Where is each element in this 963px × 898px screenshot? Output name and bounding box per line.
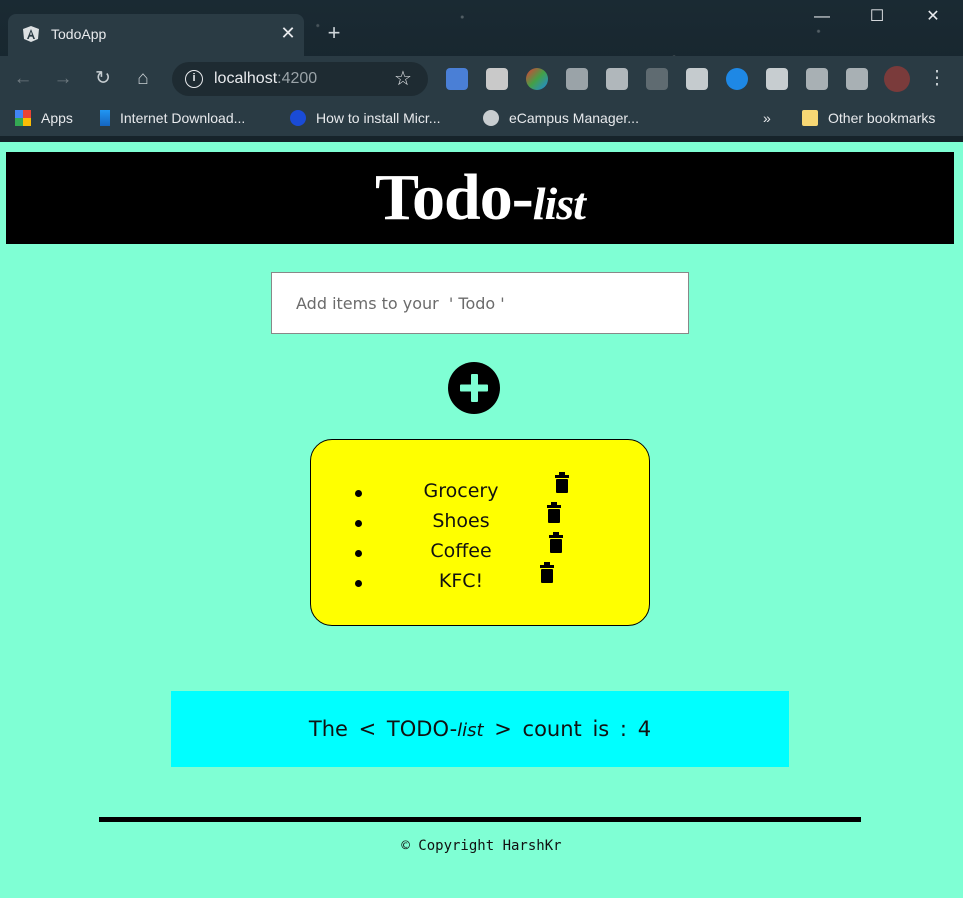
browser-chrome: TodoApp ✕ + — ☐ ✕ ← → ↻ ⌂ i localhost:42…: [0, 0, 963, 142]
bookmark-ecampus[interactable]: eCampus Manager...: [483, 110, 639, 126]
extensions-puzzle-icon[interactable]: [806, 68, 828, 90]
list-item: KFC!: [311, 562, 651, 598]
address-bar[interactable]: i localhost:4200 ☆: [172, 62, 428, 96]
bookmark-apps[interactable]: Apps: [15, 110, 73, 126]
cube-extension-icon[interactable]: [486, 68, 508, 90]
bullet: [355, 520, 362, 527]
trash-icon[interactable]: [546, 502, 562, 524]
todo-list: Grocery Shoes Coffee KFC!: [310, 439, 650, 626]
shield-extension-icon[interactable]: [566, 68, 588, 90]
bookmarks-overflow-button[interactable]: »: [763, 110, 771, 126]
page-header: Todo-list: [6, 152, 954, 244]
browser-tab[interactable]: TodoApp ✕: [8, 14, 304, 56]
browser-menu-icon[interactable]: ⋮: [924, 66, 950, 92]
download-manager-icon: [100, 110, 110, 126]
back-button[interactable]: ←: [10, 66, 36, 92]
browser-toolbar: ← → ↻ ⌂ i localhost:4200 ☆ ⋮: [0, 56, 963, 102]
trash-icon[interactable]: [554, 472, 570, 494]
profile-avatar[interactable]: [884, 66, 910, 92]
footer-copyright: © Copyright HarshKr: [401, 838, 562, 854]
list-item: Grocery: [311, 472, 651, 508]
bullet: [355, 550, 362, 557]
forward-button[interactable]: →: [50, 66, 76, 92]
todo-count-banner: The < TODO-list > count is : 4: [171, 691, 789, 767]
site-info-icon[interactable]: i: [185, 70, 203, 88]
angular-icon: [22, 25, 40, 43]
bookmark-star-icon[interactable]: ☆: [394, 66, 412, 91]
reload-button[interactable]: ↻: [90, 66, 116, 92]
window-close-button[interactable]: ✕: [918, 6, 948, 28]
minimize-button[interactable]: —: [807, 6, 837, 28]
globe-blue-icon: [290, 110, 306, 126]
todo-item-text: KFC!: [438, 570, 484, 592]
camera-extension-icon[interactable]: [686, 68, 708, 90]
todo-input[interactable]: [271, 272, 689, 334]
pdf-extension-icon[interactable]: [606, 68, 628, 90]
trash-icon[interactable]: [539, 562, 555, 584]
todo-count-value: 4: [637, 717, 652, 741]
download-extension-icon[interactable]: [646, 68, 668, 90]
todo-item-text: Shoes: [432, 510, 490, 532]
media-playlist-icon[interactable]: [846, 68, 868, 90]
other-bookmarks[interactable]: Other bookmarks: [802, 110, 935, 126]
tab-close-icon[interactable]: ✕: [278, 23, 298, 43]
maximize-button[interactable]: ☐: [862, 6, 892, 28]
bookmark-how-to-install[interactable]: How to install Micr...: [290, 110, 440, 126]
count-suffix: > count is :: [483, 717, 627, 741]
globe-icon: [483, 110, 499, 126]
count-list-word: list: [457, 720, 484, 741]
home-button[interactable]: ⌂: [130, 66, 156, 92]
footer-divider: [99, 817, 861, 822]
color-extension-icon[interactable]: [526, 68, 548, 90]
vpn-shield-extension-icon[interactable]: [766, 68, 788, 90]
apps-grid-icon: [15, 110, 31, 126]
bookmark-internet-download[interactable]: Internet Download...: [100, 110, 245, 126]
trash-icon[interactable]: [548, 532, 564, 554]
add-todo-button[interactable]: [448, 362, 500, 414]
infinity-extension-icon[interactable]: [726, 68, 748, 90]
plus-icon: [460, 374, 488, 402]
bullet: [355, 490, 362, 497]
todo-item-text: Grocery: [423, 480, 499, 502]
address-text: localhost:4200: [214, 70, 318, 87]
folder-icon: [802, 110, 818, 126]
bookmarks-bar: Apps Internet Download... How to install…: [0, 102, 963, 136]
tab-strip: TodoApp ✕ + — ☐ ✕: [0, 0, 963, 56]
todo-item-text: Coffee: [430, 540, 492, 562]
bullet: [355, 580, 362, 587]
screenshot-extension-icon[interactable]: [446, 68, 468, 90]
new-tab-button[interactable]: +: [322, 22, 346, 46]
count-prefix: The < TODO-: [308, 717, 458, 741]
tab-title: TodoApp: [51, 26, 107, 42]
list-item: Shoes: [311, 502, 651, 538]
list-item: Coffee: [311, 532, 651, 568]
page-title: Todo-list: [375, 161, 586, 234]
